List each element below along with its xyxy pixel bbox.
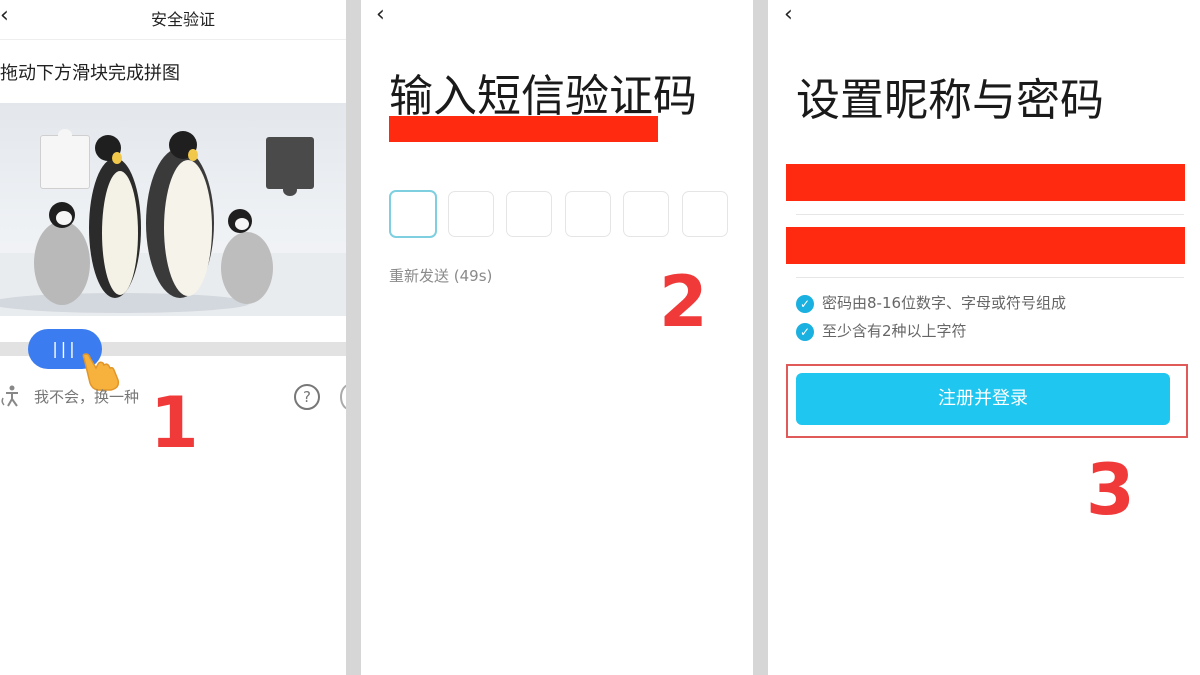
refresh-icon[interactable]: [340, 384, 346, 410]
step-number: 3: [1086, 449, 1135, 531]
captcha-puzzle-image: [0, 103, 346, 316]
resend-countdown: 重新发送 (49s): [389, 267, 493, 285]
back-icon[interactable]: ‹: [376, 4, 385, 26]
field-divider: [796, 214, 1184, 215]
field-divider: [796, 277, 1184, 278]
puzzle-piece: [40, 129, 90, 189]
code-digit-input[interactable]: [389, 190, 437, 238]
page-title: 安全验证: [150, 10, 215, 29]
captcha-instruction: 拖动下方滑块完成拼图: [0, 63, 180, 84]
step-number: 2: [659, 261, 708, 343]
puzzle-target-slot: [266, 137, 314, 196]
redacted-phone-number: [389, 116, 658, 142]
page-title: 输入短信验证码: [389, 71, 697, 122]
code-digit-input[interactable]: [623, 191, 669, 237]
code-digit-input[interactable]: [565, 191, 611, 237]
check-icon: ✓: [796, 294, 814, 313]
password-field-redacted[interactable]: [786, 227, 1185, 264]
nickname-field-redacted[interactable]: [786, 164, 1185, 201]
check-icon: ✓: [796, 322, 814, 341]
captcha-panel: ‹ 安全验证 拖动下方滑块完成拼图 ||| 我不会，换一种 ? 1: [0, 0, 346, 675]
accessibility-icon[interactable]: [0, 384, 24, 408]
nickname-password-panel: ‹ 设置昵称与密码 ✓ 密码由8-16位数字、字母或符号组成 ✓ 至少含有2种以上字…: [768, 0, 1200, 675]
password-rule: ✓ 密码由8-16位数字、字母或符号组成: [796, 292, 1066, 313]
step-number: 1: [150, 382, 199, 464]
switch-verification-link[interactable]: 我不会，换一种: [34, 386, 139, 407]
sms-code-panel: ‹ 输入短信验证码 重新发送 (49s) 2: [361, 0, 753, 675]
register-and-login-button[interactable]: 注册并登录: [796, 373, 1170, 425]
code-digit-input[interactable]: [506, 191, 552, 237]
code-digit-input[interactable]: [448, 191, 494, 237]
help-icon[interactable]: ?: [294, 384, 320, 410]
header-divider: [0, 39, 346, 40]
code-digit-input[interactable]: [682, 191, 728, 237]
page-title: 设置昵称与密码: [796, 75, 1104, 126]
rule-text: 密码由8-16位数字、字母或符号组成: [822, 294, 1067, 312]
back-icon[interactable]: ‹: [784, 4, 793, 26]
password-rule: ✓ 至少含有2种以上字符: [796, 320, 967, 341]
rule-text: 至少含有2种以上字符: [822, 322, 967, 340]
